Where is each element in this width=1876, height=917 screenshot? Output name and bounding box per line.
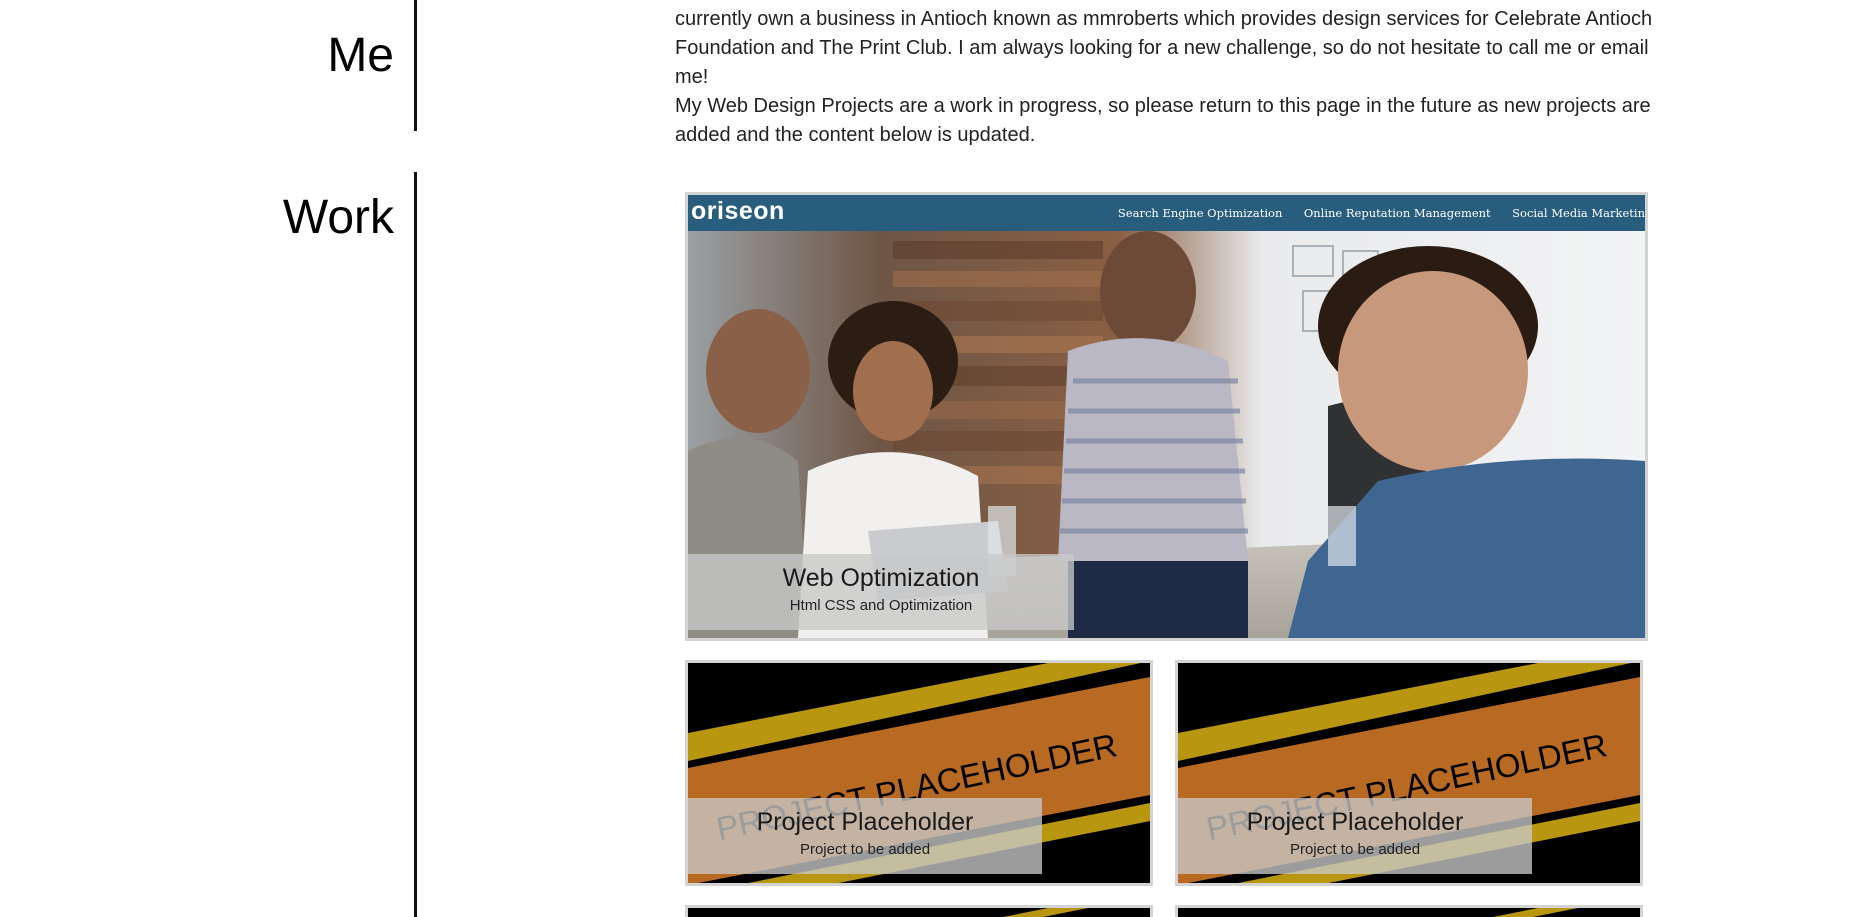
project-caption: Web Optimization Html CSS and Optimizati… [688, 554, 1074, 630]
about-line: added and the content below is updated. [675, 124, 1036, 146]
about-line: My Web Design Projects are a work in pro… [675, 95, 1651, 117]
placeholder-banner [1178, 908, 1640, 917]
site-nav: Search Engine Optimization Online Reputa… [1101, 204, 1645, 222]
project-card-placeholder[interactable] [1175, 905, 1643, 917]
project-card-placeholder[interactable]: PROJECT PLACEHOLDER Project Placeholder … [685, 660, 1153, 886]
section-divider-work [414, 172, 417, 917]
project-title: Web Optimization [782, 564, 980, 592]
placeholder-banner [688, 908, 1150, 917]
section-title-work: Work [282, 191, 394, 244]
about-text: currently own a business in Antioch know… [675, 0, 1675, 150]
about-line: Foundation and The Print Club. I am alwa… [675, 37, 1649, 88]
site-nav-item: Social Media Marketin [1512, 206, 1645, 220]
project-subtitle: Project to be added [799, 841, 931, 858]
site-nav-item: Search Engine Optimization [1117, 206, 1283, 220]
project-card-placeholder[interactable] [685, 905, 1153, 917]
section-title-me: Me [327, 29, 394, 82]
about-line: currently own a business in Antioch know… [675, 8, 1653, 30]
project-caption: Project Placeholder Project to be added [1178, 798, 1532, 874]
project-caption: Project Placeholder Project to be added [688, 798, 1042, 874]
project-title: Project Placeholder [756, 808, 974, 836]
project-card-placeholder[interactable]: PROJECT PLACEHOLDER Project Placeholder … [1175, 660, 1643, 886]
project-card-web-optimization[interactable]: oriseon Search Engine Optimization Onlin… [685, 192, 1648, 641]
site-nav-item: Online Reputation Management [1303, 206, 1491, 220]
project-title: Project Placeholder [1246, 808, 1464, 836]
project-subtitle: Html CSS and Optimization [789, 597, 973, 614]
site-logo: oriseon [691, 197, 785, 225]
project-subtitle: Project to be added [1289, 841, 1421, 858]
site-header-preview: oriseon Search Engine Optimization Onlin… [688, 195, 1645, 231]
section-divider-me [414, 0, 417, 131]
